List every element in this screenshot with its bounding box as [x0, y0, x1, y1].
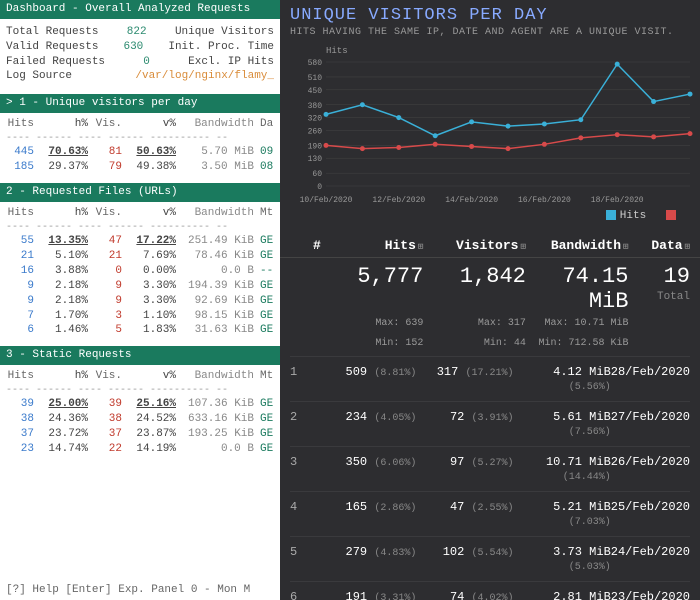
svg-text:12/Feb/2020: 12/Feb/2020 — [372, 196, 425, 205]
svg-text:18/Feb/2020: 18/Feb/2020 — [591, 196, 644, 205]
table-row[interactable]: 3824.36%3824.52%633.16 KiBGE — [6, 412, 274, 427]
section-title[interactable]: 2 - Requested Files (URLs) — [0, 183, 280, 202]
table-row[interactable]: 3925.00%3925.16%107.36 KiBGE — [6, 397, 274, 412]
svg-text:0: 0 — [317, 183, 322, 192]
info-label: Valid Requests — [6, 40, 98, 55]
svg-text:510: 510 — [308, 74, 323, 83]
table-row[interactable]: 3350 (6.06%)97 (5.27%)10.71 MiB (14.44%)… — [290, 446, 690, 491]
panel-title: UNIQUE VISITORS PER DAY — [280, 0, 700, 27]
svg-text:450: 450 — [308, 87, 323, 96]
table-row[interactable]: 163.88%00.00%0.0 B-- — [6, 264, 274, 279]
svg-text:580: 580 — [308, 59, 323, 68]
svg-text:320: 320 — [308, 115, 323, 124]
table-row[interactable]: 5279 (4.83%)102 (5.54%)3.73 MiB (5.03%)2… — [290, 536, 690, 581]
report-panel: UNIQUE VISITORS PER DAY HITS HAVING THE … — [280, 0, 700, 600]
col-bandwidth[interactable]: Bandwidth⊞ — [526, 238, 629, 253]
dashboard-header: Dashboard - Overall Analyzed Requests — [0, 0, 280, 19]
section-title[interactable]: 3 - Static Requests — [0, 346, 280, 365]
info-label: Total Requests — [6, 25, 98, 40]
summary-totals: 5,777 1,842 74.15 MiB 19 Total — [280, 258, 700, 316]
section-table: Hitsh%Vis.v%BandwidthDa---- ------ ---- … — [0, 113, 280, 179]
svg-text:60: 60 — [312, 170, 322, 179]
table-row[interactable]: 3723.72%3723.87%193.25 KiBGE — [6, 427, 274, 442]
info-label: Log Source — [6, 69, 72, 84]
table-row[interactable]: 44570.63%8150.63%5.70 MiB09 — [6, 145, 274, 160]
table-row[interactable]: 5513.35%4717.22%251.49 KiBGE — [6, 234, 274, 249]
chart-svg: 0 60 130 190 260 320 380 450 510 580 10/Feb/2020 12… — [290, 56, 700, 206]
table-row[interactable]: 6191 (3.31%)74 (4.02%)2.81 MiB (3.79%)23… — [290, 581, 690, 600]
total-bw: 74.15 MiB — [562, 264, 628, 314]
info-label2: Init. Proc. Time — [168, 40, 274, 55]
line-chart[interactable]: Hits 0 60 130 190 260 320 380 450 510 580 10/Feb/2… — [280, 46, 700, 206]
svg-text:16/Feb/2020: 16/Feb/2020 — [518, 196, 571, 205]
log-source: /var/log/nginx/flamy_ — [135, 69, 274, 84]
svg-text:260: 260 — [308, 127, 323, 136]
summary-max: Max: 639 Max: 317 Max: 10.71 MiB — [280, 316, 700, 336]
legend-swatch-visitors — [666, 210, 676, 220]
table-row[interactable]: 61.46%51.83%31.63 KiBGE — [6, 323, 274, 338]
chart-legend: Hits — [280, 206, 700, 230]
svg-text:130: 130 — [308, 155, 323, 164]
info-label2: Unique Visitors — [175, 25, 274, 40]
col-num: # — [290, 238, 321, 253]
summary-min: Min: 152 Min: 44 Min: 712.58 KiB — [280, 336, 700, 356]
info-value: 822 — [127, 25, 147, 40]
table-row[interactable]: 2314.74%2214.19%0.0 BGE — [6, 442, 274, 457]
chart-ylabel: Hits — [326, 46, 690, 56]
table-row[interactable]: 92.18%93.30%92.69 KiBGE — [6, 294, 274, 309]
expand-icon[interactable]: ⊞ — [685, 242, 690, 252]
svg-text:14/Feb/2020: 14/Feb/2020 — [445, 196, 498, 205]
panel-subtitle: HITS HAVING THE SAME IP, DATE AND AGENT … — [280, 27, 700, 46]
table-row[interactable]: 4165 (2.86%)47 (2.55%)5.21 MiB (7.03%)25… — [290, 491, 690, 536]
table-row[interactable]: 215.10%217.69%78.46 KiBGE — [6, 249, 274, 264]
svg-text:380: 380 — [308, 102, 323, 111]
svg-text:190: 190 — [308, 142, 323, 151]
total-data: 19 — [664, 264, 690, 289]
section-title[interactable]: > 1 - Unique visitors per day — [0, 94, 280, 113]
legend-swatch-hits — [606, 210, 616, 220]
data-rows: 1509 (8.81%)317 (17.21%)4.12 MiB (5.56%)… — [280, 356, 700, 600]
table-row[interactable]: 92.18%93.30%194.39 KiBGE — [6, 279, 274, 294]
table-row[interactable]: 1509 (8.81%)317 (17.21%)4.12 MiB (5.56%)… — [290, 356, 690, 401]
table-row[interactable]: 71.70%31.10%98.15 KiBGE — [6, 309, 274, 324]
terminal-panel: Dashboard - Overall Analyzed Requests To… — [0, 0, 280, 600]
table-row[interactable]: 18529.37%7949.38%3.50 MiB08 — [6, 160, 274, 175]
info-label2: Excl. IP Hits — [188, 55, 274, 70]
section-table: Hitsh%Vis.v%BandwidthMt---- ------ ---- … — [0, 202, 280, 342]
help-footer[interactable]: [?] Help [Enter] Exp. Panel 0 - Mon M — [0, 581, 280, 600]
table-row[interactable]: 2234 (4.05%)72 (3.91%)5.61 MiB (7.56%)27… — [290, 401, 690, 446]
col-data[interactable]: Data⊞ — [628, 238, 690, 253]
summary-header: # Hits⊞ Visitors⊞ Bandwidth⊞ Data⊞ — [280, 230, 700, 258]
info-value: 0 — [143, 55, 150, 70]
col-visitors[interactable]: Visitors⊞ — [423, 238, 526, 253]
total-visitors: 1,842 — [460, 264, 526, 289]
svg-text:10/Feb/2020: 10/Feb/2020 — [300, 196, 353, 205]
info-value: 630 — [123, 40, 143, 55]
info-label: Failed Requests — [6, 55, 105, 70]
total-hits: 5,777 — [357, 264, 423, 289]
legend-label-hits: Hits — [620, 210, 646, 222]
col-hits[interactable]: Hits⊞ — [321, 238, 424, 253]
overall-info: Total Requests 822 Unique Visitors Valid R… — [0, 19, 280, 90]
section-table: Hitsh%Vis.v%BandwidthMt---- ------ ---- … — [0, 365, 280, 461]
